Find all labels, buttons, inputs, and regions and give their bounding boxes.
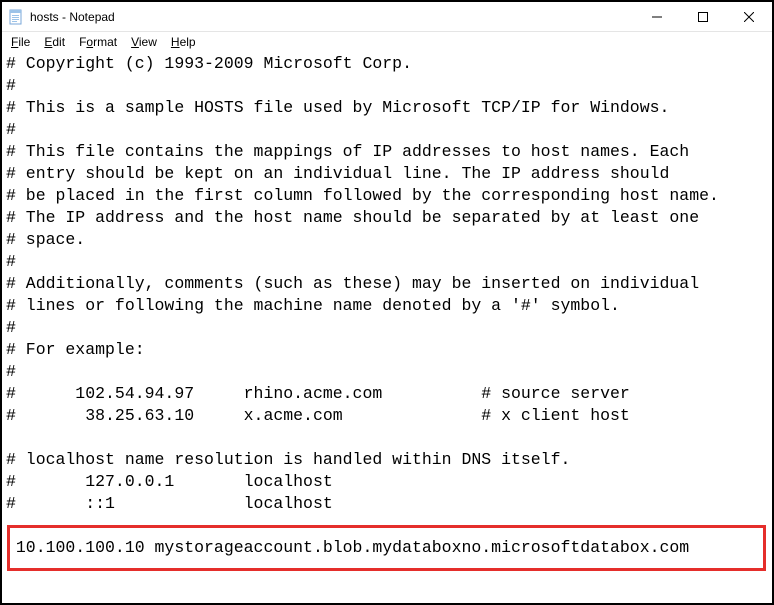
editor-line: # be placed in the first column followed… <box>6 185 770 207</box>
editor-line: # 127.0.0.1 localhost <box>6 471 770 493</box>
editor-line: 10.100.100.10 mystorageaccount.blob.myda… <box>6 537 770 559</box>
menu-format[interactable]: Format <box>72 34 124 50</box>
maximize-button[interactable] <box>680 2 726 32</box>
editor-line: # entry should be kept on an individual … <box>6 163 770 185</box>
editor-line: # This is a sample HOSTS file used by Mi… <box>6 97 770 119</box>
menu-edit[interactable]: Edit <box>37 34 72 50</box>
editor-line: # Copyright (c) 1993-2009 Microsoft Corp… <box>6 53 770 75</box>
editor-line: # <box>6 251 770 273</box>
editor-line <box>6 427 770 449</box>
editor-line: # Additionally, comments (such as these)… <box>6 273 770 295</box>
editor-line: # 102.54.94.97 rhino.acme.com # source s… <box>6 383 770 405</box>
menu-help[interactable]: Help <box>164 34 203 50</box>
editor-line: # space. <box>6 229 770 251</box>
editor-line: # <box>6 119 770 141</box>
editor-line: # ::1 localhost <box>6 493 770 515</box>
menu-view[interactable]: View <box>124 34 164 50</box>
title-bar: hosts - Notepad <box>2 2 772 32</box>
editor-line: # For example: <box>6 339 770 361</box>
editor-line: # <box>6 361 770 383</box>
close-button[interactable] <box>726 2 772 32</box>
maximize-icon <box>698 12 708 22</box>
menu-file[interactable]: File <box>4 34 37 50</box>
minimize-icon <box>652 12 662 22</box>
editor-line: # localhost name resolution is handled w… <box>6 449 770 471</box>
editor-line: # This file contains the mappings of IP … <box>6 141 770 163</box>
minimize-button[interactable] <box>634 2 680 32</box>
editor-line <box>6 515 770 537</box>
editor-line: # lines or following the machine name de… <box>6 295 770 317</box>
window-title: hosts - Notepad <box>30 10 115 24</box>
notepad-icon <box>8 9 24 25</box>
text-editor[interactable]: # Copyright (c) 1993-2009 Microsoft Corp… <box>2 52 772 603</box>
editor-line: # The IP address and the host name shoul… <box>6 207 770 229</box>
editor-line: # <box>6 317 770 339</box>
editor-line: # <box>6 75 770 97</box>
close-icon <box>744 12 754 22</box>
menu-bar: File Edit Format View Help <box>2 32 772 52</box>
editor-line: # 38.25.63.10 x.acme.com # x client host <box>6 405 770 427</box>
